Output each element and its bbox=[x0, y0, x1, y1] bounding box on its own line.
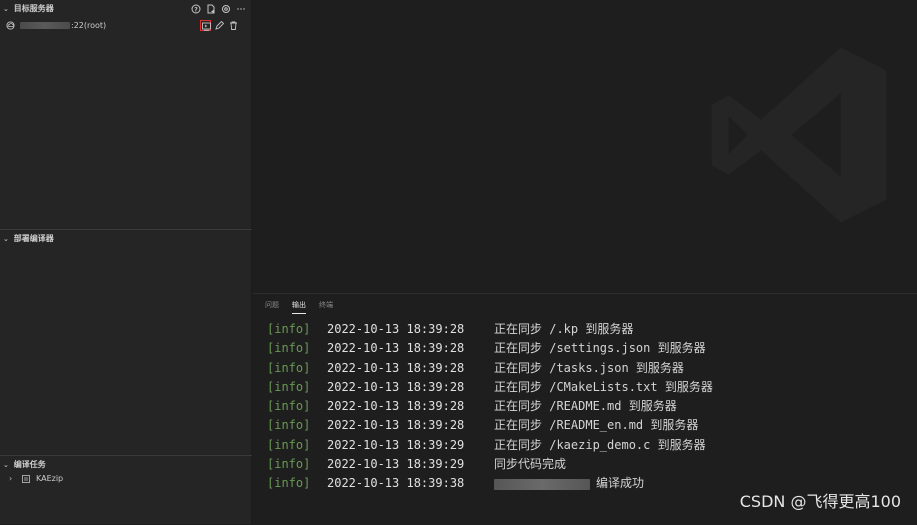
task-label: KAEzip bbox=[36, 474, 64, 483]
log-line: [info] 2022-10-13 18:39:28 正在同步 /CMakeList… bbox=[267, 378, 713, 397]
compile-tasks-header[interactable]: ⌄ 编译任务 bbox=[0, 458, 252, 472]
target-servers-title: 目标服务器 bbox=[13, 4, 54, 13]
task-file-icon bbox=[22, 475, 30, 483]
log-message: 正在同步 /tasks.json 到服务器 bbox=[494, 360, 684, 375]
log-message: 正在同步 /README_en.md 到服务器 bbox=[494, 418, 699, 433]
log-message: 正在同步 /settings.json 到服务器 bbox=[494, 341, 706, 356]
log-message: 正在同步 /.kp 到服务器 bbox=[494, 322, 634, 336]
tab-terminal[interactable]: 终端 bbox=[319, 300, 333, 314]
task-item[interactable]: › KAEzip bbox=[0, 472, 252, 486]
log-time: 2022-10-13 18:39:28 bbox=[327, 399, 465, 414]
log-tag: [info] bbox=[267, 457, 311, 472]
log-message-wrap: 编译成功 bbox=[494, 474, 644, 493]
log-tag: [info] bbox=[267, 322, 311, 336]
log-line: [info] 2022-10-13 18:39:29 同步代码完成 bbox=[267, 455, 713, 474]
log-message: 同步代码完成 bbox=[494, 457, 567, 472]
tab-problems[interactable]: 问题 bbox=[265, 300, 279, 314]
sidebar: ⌄ 目标服务器 ? :22(root) ⌄ 部署编译器 ⌄ 编译任务 › KAE… bbox=[0, 0, 252, 524]
log-line: [info] 2022-10-13 18:39:28 正在同步 /README.md… bbox=[267, 397, 713, 416]
log-time: 2022-10-13 18:39:28 bbox=[327, 341, 465, 356]
deploy-compiler-title: 部署编译器 bbox=[13, 234, 54, 243]
settings-icon[interactable] bbox=[221, 4, 231, 14]
log-line: [info] 2022-10-13 18:39:28 正在同步 /settings.… bbox=[267, 339, 713, 358]
chevron-down-icon: ⌄ bbox=[3, 235, 9, 243]
log-message: 编译成功 bbox=[596, 476, 645, 491]
output-log: [info] 2022-10-13 18:39:28 正在同步 /.kp 到服务器 … bbox=[267, 320, 713, 494]
log-tag: [info] bbox=[267, 399, 311, 414]
log-time: 2022-10-13 18:39:28 bbox=[327, 322, 465, 336]
chevron-right-icon[interactable]: › bbox=[9, 472, 12, 486]
log-time: 2022-10-13 18:39:38 bbox=[327, 476, 465, 491]
svg-text:?: ? bbox=[194, 7, 198, 14]
log-tag: [info] bbox=[267, 418, 311, 433]
log-time: 2022-10-13 18:39:28 bbox=[327, 360, 465, 375]
log-message: 正在同步 /CMakeLists.txt 到服务器 bbox=[494, 379, 713, 394]
log-message: 正在同步 /README.md 到服务器 bbox=[494, 399, 677, 414]
server-row-actions bbox=[200, 20, 239, 31]
chevron-down-icon: ⌄ bbox=[3, 461, 9, 469]
redacted-host bbox=[20, 22, 70, 29]
log-time: 2022-10-13 18:39:29 bbox=[327, 437, 465, 452]
log-time: 2022-10-13 18:39:28 bbox=[327, 418, 465, 433]
log-time: 2022-10-13 18:39:29 bbox=[327, 457, 465, 472]
log-tag: [info] bbox=[267, 379, 311, 394]
tab-output[interactable]: 输出 bbox=[292, 300, 306, 314]
server-item[interactable]: :22(root) bbox=[0, 18, 252, 33]
deploy-compiler-header[interactable]: ⌄ 部署编译器 bbox=[0, 232, 252, 246]
help-icon[interactable]: ? bbox=[191, 4, 201, 14]
panel-tabs: 问题 输出 终端 bbox=[265, 300, 333, 314]
edit-icon[interactable] bbox=[214, 20, 225, 31]
log-time: 2022-10-13 18:39:28 bbox=[327, 379, 465, 394]
compile-tasks-title: 编译任务 bbox=[13, 460, 46, 469]
log-line: [info] 2022-10-13 18:39:28 正在同步 /tasks.jso… bbox=[267, 359, 713, 378]
watermark: CSDN @飞得更高100 bbox=[739, 492, 901, 511]
log-line: [info] 2022-10-13 18:39:29 正在同步 /kaezip_de… bbox=[267, 436, 713, 455]
cloud-icon bbox=[6, 21, 15, 30]
log-message: 正在同步 /kaezip_demo.c 到服务器 bbox=[494, 437, 706, 452]
vscode-logo-icon bbox=[711, 47, 887, 223]
server-host-label: :22(root) bbox=[71, 21, 107, 30]
panel-divider bbox=[0, 229, 252, 230]
log-tag: [info] bbox=[267, 437, 311, 452]
log-tag: [info] bbox=[267, 341, 311, 356]
new-file-icon[interactable] bbox=[206, 4, 216, 14]
target-servers-actions: ? bbox=[191, 3, 246, 15]
log-tag: [info] bbox=[267, 360, 311, 375]
chevron-down-icon: ⌄ bbox=[3, 5, 9, 13]
log-line: [info] 2022-10-13 18:39:38 编译成功 bbox=[267, 474, 713, 493]
connect-terminal-icon[interactable] bbox=[200, 20, 211, 31]
panel-divider bbox=[0, 455, 252, 456]
delete-icon[interactable] bbox=[228, 20, 239, 31]
redacted-text bbox=[494, 478, 590, 490]
log-line: [info] 2022-10-13 18:39:28 正在同步 /.kp 到服务器 bbox=[267, 320, 713, 339]
more-icon[interactable] bbox=[236, 4, 246, 14]
target-servers-header[interactable]: ⌄ 目标服务器 ? bbox=[0, 2, 252, 16]
log-tag: [info] bbox=[267, 476, 311, 491]
log-line: [info] 2022-10-13 18:39:28 正在同步 /README_en… bbox=[267, 416, 713, 435]
